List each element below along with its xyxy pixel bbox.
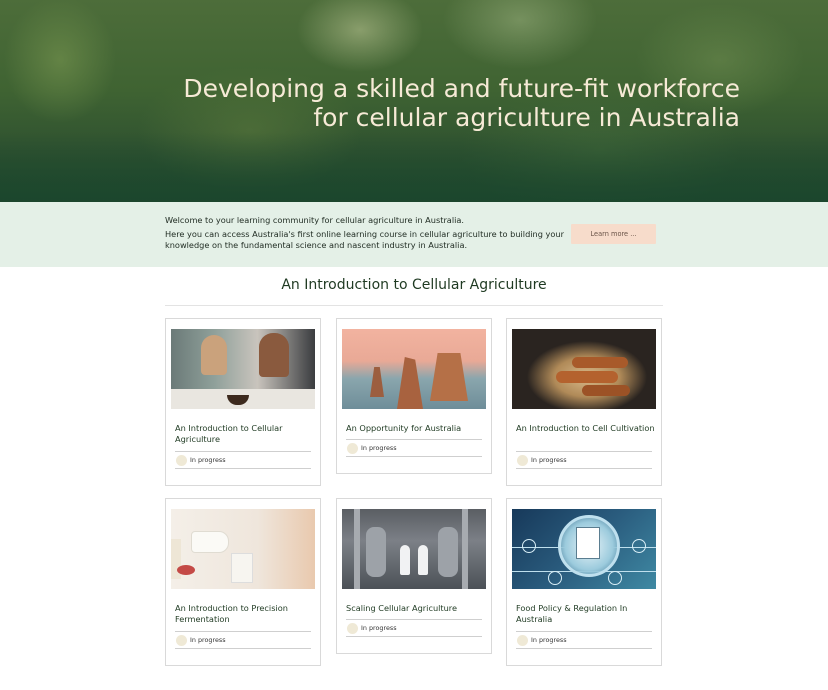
course-card[interactable]: An Introduction to Cellular Agriculture … — [165, 318, 321, 486]
welcome-text: Welcome to your learning community for c… — [165, 215, 565, 254]
progress-icon — [517, 455, 528, 466]
progress-icon — [347, 443, 358, 454]
section-divider — [165, 305, 663, 306]
progress-status: In progress — [361, 624, 397, 632]
progress-status: In progress — [531, 636, 567, 644]
course-title[interactable]: Scaling Cellular Agriculture — [346, 603, 486, 614]
progress-icon — [176, 635, 187, 646]
progress-status: In progress — [190, 456, 226, 464]
progress-row: In progress — [346, 439, 482, 457]
hero-banner: Developing a skilled and future-fit work… — [0, 0, 828, 202]
hero-title: Developing a skilled and future-fit work… — [140, 74, 740, 132]
section-title: An Introduction to Cellular Agriculture — [281, 277, 547, 293]
course-thumbnail[interactable] — [171, 509, 315, 589]
hero-title-line-1: Developing a skilled and future-fit work… — [183, 74, 740, 103]
learn-more-button[interactable]: Learn more ... — [571, 224, 656, 244]
progress-icon — [176, 455, 187, 466]
progress-row: In progress — [175, 451, 311, 469]
progress-row: In progress — [516, 451, 652, 469]
course-thumbnail[interactable] — [512, 509, 656, 589]
course-card[interactable]: An Opportunity for Australia In progress — [336, 318, 492, 474]
course-card[interactable]: Scaling Cellular Agriculture In progress — [336, 498, 492, 654]
progress-status: In progress — [361, 444, 397, 452]
welcome-line: Welcome to your learning community for c… — [165, 215, 464, 225]
course-title[interactable]: An Introduction to Cell Cultivation — [516, 423, 656, 434]
course-title[interactable]: An Introduction to Cellular Agriculture — [175, 423, 315, 445]
course-thumbnail[interactable] — [512, 329, 656, 409]
progress-row: In progress — [346, 619, 482, 637]
welcome-description: Here you can access Australia's first on… — [165, 228, 564, 251]
progress-row: In progress — [175, 631, 311, 649]
course-thumbnail[interactable] — [342, 509, 486, 589]
course-title[interactable]: Food Policy & Regulation In Australia — [516, 603, 656, 625]
hero-title-line-2: for cellular agriculture in Australia — [313, 103, 740, 132]
course-title[interactable]: An Opportunity for Australia — [346, 423, 486, 434]
course-card[interactable]: Food Policy & Regulation In Australia In… — [506, 498, 662, 666]
progress-icon — [517, 635, 528, 646]
welcome-section: Welcome to your learning community for c… — [0, 202, 828, 267]
course-card[interactable]: An Introduction to Cell Cultivation In p… — [506, 318, 662, 486]
progress-status: In progress — [531, 456, 567, 464]
progress-row: In progress — [516, 631, 652, 649]
course-thumbnail[interactable] — [342, 329, 486, 409]
course-title[interactable]: An Introduction to Precision Fermentatio… — [175, 603, 315, 625]
course-card[interactable]: An Introduction to Precision Fermentatio… — [165, 498, 321, 666]
course-thumbnail[interactable] — [171, 329, 315, 409]
progress-status: In progress — [190, 636, 226, 644]
progress-icon — [347, 623, 358, 634]
